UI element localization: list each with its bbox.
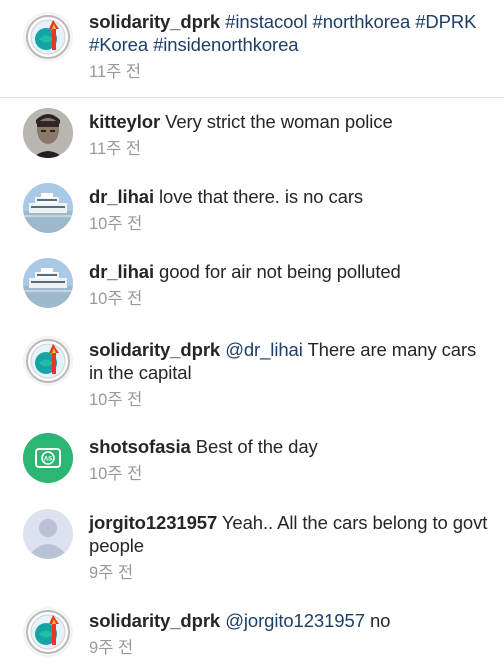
avatar-as-logo[interactable]: AS: [23, 433, 73, 483]
avatar-default-user[interactable]: [23, 509, 73, 559]
username-link[interactable]: solidarity_dprk: [89, 11, 220, 32]
timestamp: 10주 전: [89, 465, 143, 483]
timestamp: 10주 전: [89, 290, 143, 308]
mention-link[interactable]: @jorgito1231957: [225, 610, 365, 631]
avatar-emblem-logo[interactable]: [23, 336, 73, 386]
username-link[interactable]: dr_lihai: [89, 261, 154, 282]
avatar-ship-photo[interactable]: [23, 183, 73, 233]
mention-link[interactable]: @dr_lihai: [225, 339, 303, 360]
username-link[interactable]: dr_lihai: [89, 186, 154, 207]
hashtag-link[interactable]: #insidenorthkorea: [153, 34, 298, 55]
timestamp: 11주 전: [89, 63, 142, 81]
username-link[interactable]: jorgito1231957: [89, 512, 217, 533]
hashtag-link[interactable]: #DPRK: [415, 11, 476, 32]
username-link[interactable]: solidarity_dprk: [89, 610, 220, 631]
comment-text: no: [369, 610, 391, 631]
hashtag-link[interactable]: #instacool: [225, 11, 307, 32]
username-link[interactable]: solidarity_dprk: [89, 339, 220, 360]
timestamp: 9주 전: [89, 639, 134, 657]
hashtag-link[interactable]: #Korea: [89, 34, 148, 55]
comment-text: love that there. is no cars: [159, 186, 364, 207]
username-link[interactable]: kitteylor: [89, 111, 160, 132]
avatar-emblem-logo[interactable]: [23, 607, 73, 657]
hashtag-link[interactable]: #northkorea: [313, 11, 411, 32]
caption-text: solidarity_dprk #instacool #northkorea #…: [89, 10, 494, 56]
comment-text: Best of the day: [195, 436, 318, 457]
svg-text:AS: AS: [44, 457, 52, 463]
avatar-ship-photo[interactable]: [23, 258, 73, 308]
divider: [0, 97, 504, 98]
timestamp: 10주 전: [89, 391, 143, 409]
comment-text: Very strict the woman police: [165, 111, 393, 132]
username-link[interactable]: shotsofasia: [89, 436, 191, 457]
timestamp: 11주 전: [89, 140, 142, 158]
timestamp: 9주 전: [89, 564, 134, 582]
avatar-person-photo[interactable]: [23, 108, 73, 158]
comment-text: good for air not being polluted: [159, 261, 401, 282]
timestamp: 10주 전: [89, 215, 143, 233]
avatar-emblem-logo[interactable]: [23, 12, 73, 62]
